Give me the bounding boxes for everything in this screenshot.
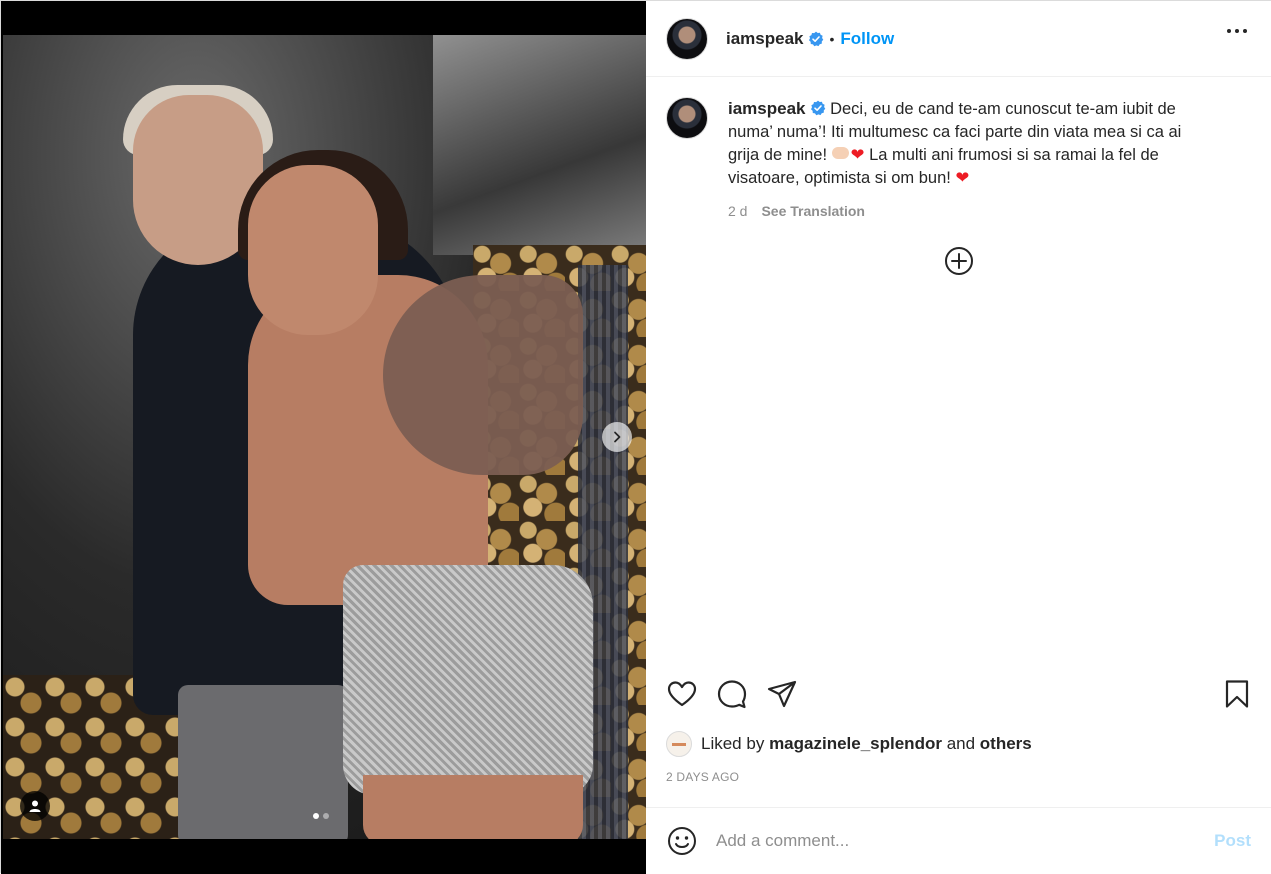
heart-hands-emoji [831,147,849,159]
post-details-panel: iamspeak • Follow iamspeak Deci, eu de c… [646,1,1271,874]
see-translation-link[interactable]: See Translation [761,200,864,223]
verified-badge-icon [808,31,823,46]
follow-button[interactable]: Follow [840,29,894,49]
liked-by-and: and [946,734,976,753]
verified-badge-icon [810,100,825,116]
caption-body: iamspeak Deci, eu de cand te-am cunoscut… [728,97,1198,223]
caption: iamspeak Deci, eu de cand te-am cunoscut… [646,77,1271,223]
red-heart-emoji: ❤ [850,146,865,164]
comment-bubble-icon[interactable] [716,678,748,710]
post-dialog: iamspeak • Follow iamspeak Deci, eu de c… [0,0,1271,874]
sequin-skirt [343,565,593,795]
liked-by-prefix: Liked by [701,734,765,753]
media-viewer [1,1,646,874]
liked-by-others[interactable]: others [980,734,1032,754]
post-comment-button[interactable]: Post [1214,831,1251,851]
post-actions [646,671,1271,719]
tagged-users-button[interactable] [20,791,50,821]
woman-head [248,165,378,335]
carousel-indicator [313,813,329,819]
author-username[interactable]: iamspeak [726,29,804,49]
post-date[interactable]: 2 DAYS AGO [666,770,739,784]
caption-time[interactable]: 2 d [728,200,747,223]
more-horizontal-icon [1227,29,1231,33]
emoji-smile-icon[interactable] [666,825,698,857]
red-heart-emoji: ❤ [955,169,970,187]
plus-circle-icon[interactable] [943,245,975,277]
user-tag-icon [29,800,41,812]
caption-text: iamspeak Deci, eu de cand te-am cunoscut… [728,97,1198,190]
author-avatar[interactable] [666,17,708,60]
post-header: iamspeak • Follow [646,1,1271,77]
heart-outline-icon[interactable] [666,678,698,710]
more-options-button[interactable] [1227,29,1247,33]
background-panel [433,35,646,255]
woman-legs [363,775,583,839]
liked-by: Liked by magazinele_splendor and others [666,731,1032,757]
caption-meta: 2 d See Translation [728,200,1198,223]
header-separator: • [829,30,835,47]
paper-plane-icon[interactable] [766,678,798,710]
liker-avatar[interactable] [666,731,692,757]
caption-username[interactable]: iamspeak [728,99,806,118]
comment-bar: Post [646,807,1271,874]
comment-input[interactable] [716,831,1205,851]
carousel-next-button[interactable] [602,422,632,452]
chevron-right-icon [614,431,621,443]
bookmark-icon[interactable] [1221,678,1253,710]
carousel-dot-2 [323,813,329,819]
tattooed-arm [383,275,583,475]
post-photo[interactable] [3,35,646,839]
liked-by-user[interactable]: magazinele_splendor [769,734,942,754]
caption-author-avatar[interactable] [666,97,708,139]
carousel-dot-1 [313,813,319,819]
